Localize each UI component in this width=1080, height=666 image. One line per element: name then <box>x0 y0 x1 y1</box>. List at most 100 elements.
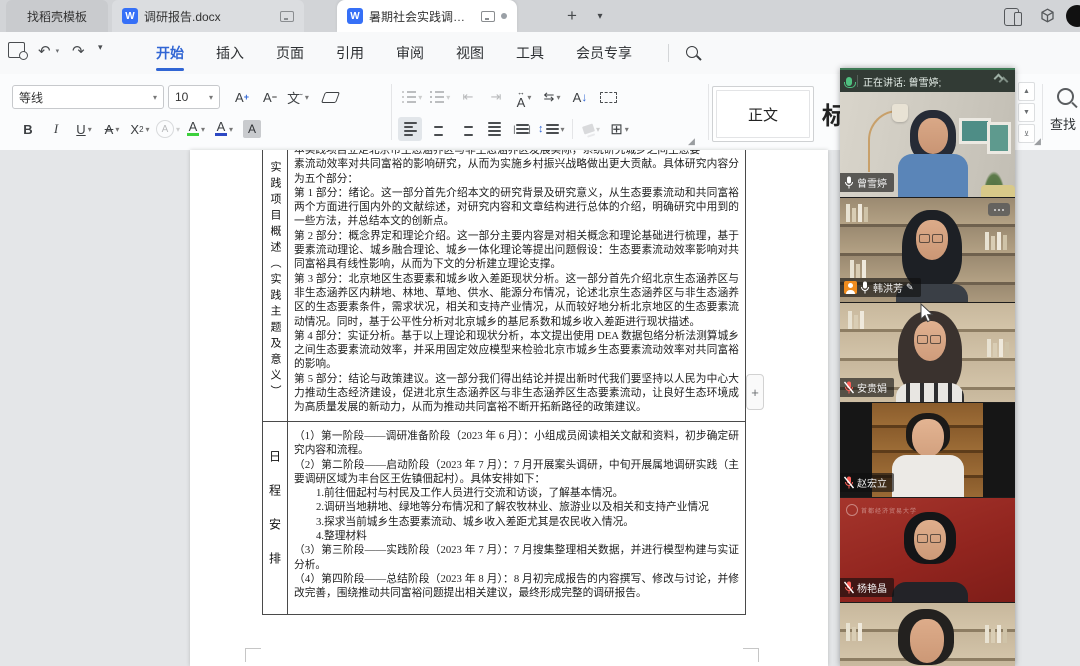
italic-button[interactable]: I <box>44 117 68 141</box>
document-table[interactable]: 实践项目概述（实践主题及意义） 本实践项目立足北京市生态涵养区与非生态涵养区发展… <box>262 150 746 615</box>
video-tile-participant-6[interactable] <box>840 603 1015 666</box>
superscript-button[interactable]: X2▾ <box>128 117 152 141</box>
tile-more-options-icon[interactable] <box>988 203 1010 216</box>
participant-name-badge: 韩洪芳 ✎ <box>840 278 921 297</box>
quick-access-more-chevron-icon[interactable]: ▾ <box>98 42 103 53</box>
decrease-font-button[interactable]: A− <box>258 85 282 109</box>
align-center-button[interactable] <box>426 117 450 141</box>
menu-view[interactable]: 视图 <box>440 32 500 74</box>
tab-list-chevron-icon[interactable]: ▾ <box>590 4 610 28</box>
text-direction-button[interactable]: ↔A▾ <box>512 85 536 109</box>
divider <box>391 84 392 140</box>
print-preview-button[interactable] <box>8 42 25 58</box>
video-tile-participant-1[interactable]: 曾雪婷 <box>840 92 1015 198</box>
menu-member[interactable]: 会员专享 <box>560 32 648 74</box>
bold-button[interactable]: B <box>16 117 40 141</box>
table-header-cell-schedule[interactable]: 日程安排 <box>263 422 288 614</box>
style-normal[interactable]: 正文 <box>712 86 814 142</box>
wps-writer-icon: W <box>347 8 363 24</box>
highlight-color-button[interactable]: A▾ <box>184 117 208 141</box>
paragraph: 素流动效率对共同富裕的影响研究，从而为实施乡村振兴战略做出更大贡献。具体研究内容… <box>294 157 739 186</box>
table-content-cell-overview[interactable]: 本实践项目立足北京市生态涵养区与非生态涵养区发展实际，系统研究城乡之间生态要 素… <box>288 150 745 421</box>
rename-pencil-icon[interactable]: ✎ <box>906 282 914 293</box>
participant-name: 安贵娟 <box>857 380 887 395</box>
table-header-cell-overview[interactable]: 实践项目概述（实践主题及意义） <box>263 150 288 421</box>
underline-label: U <box>76 122 85 137</box>
row-header-vertical-text: 日程安排 <box>267 450 284 586</box>
numbered-list-button[interactable]: ▾ <box>428 85 452 109</box>
justify-icon <box>488 122 501 136</box>
style-gallery-scroll: ▲ ▼ ⊻ <box>1018 82 1035 143</box>
video-meeting-panel[interactable]: 正在讲话: 曾雪婷; 曾雪婷 <box>840 68 1015 666</box>
resources-cube-icon[interactable] <box>1040 8 1055 23</box>
clear-format-button[interactable] <box>318 85 342 109</box>
user-avatar[interactable] <box>1066 5 1080 27</box>
menu-tools[interactable]: 工具 <box>500 32 560 74</box>
search-button[interactable] <box>686 45 698 63</box>
gallery-scroll-up-icon[interactable]: ▲ <box>1018 82 1035 101</box>
multi-device-icon[interactable] <box>1004 8 1019 26</box>
tab-document-plan-active[interactable]: W 暑期社会实践调研计划 <box>337 0 517 32</box>
undo-button[interactable]: ↶▾ <box>38 42 59 60</box>
distribute-button[interactable]: || <box>510 117 534 141</box>
increase-indent-button[interactable]: ⇥ <box>484 85 508 109</box>
align-left-button[interactable] <box>398 117 422 141</box>
borders-button[interactable]: ⊞▾ <box>608 117 632 141</box>
tab-template-store[interactable]: 找稻壳模板 <box>6 0 108 32</box>
participant-video-person <box>884 609 970 666</box>
gallery-scroll-down-icon[interactable]: ▼ <box>1018 103 1035 122</box>
expand-panel-icon[interactable] <box>995 75 1009 87</box>
find-replace-button[interactable]: 查找 <box>1050 86 1080 140</box>
divider <box>1042 84 1043 140</box>
video-tile-participant-5[interactable]: 首都经济贸易大学 杨艳晶 <box>840 498 1015 603</box>
participant-name: 赵宏立 <box>857 475 887 490</box>
search-icon <box>686 46 698 58</box>
line-spacing-button[interactable]: ↕▾ <box>538 117 565 141</box>
menu-page[interactable]: 页面 <box>260 32 320 74</box>
shading-fill-button[interactable]: ▾ <box>580 117 604 141</box>
undo-chevron-icon[interactable]: ▾ <box>56 47 60 55</box>
row-header-vertical-text: 实践项目概述（实践主题及意义） <box>267 161 283 401</box>
paragraph: （3）第三阶段——实践阶段（2023 年 7 月）：7 月搜集整理相关数据，并进… <box>294 543 739 572</box>
table-content-cell-schedule[interactable]: （1）第一阶段——调研准备阶段（2023 年 6 月）：小组成员阅读相关文献和资… <box>288 422 745 614</box>
sort-button[interactable]: A↓ <box>568 85 592 109</box>
font-size-select[interactable]: 10 ▾ <box>168 85 220 109</box>
style-box-frame <box>716 90 810 138</box>
font-name-select[interactable]: 等线 ▾ <box>12 85 164 109</box>
video-tile-participant-2[interactable]: 韩洪芳 ✎ <box>840 198 1015 303</box>
paragraph: 第 5 部分：结论与政策建议。这一部分我们得出结论并提出新时代我们要坚持以人民为… <box>294 372 739 415</box>
text-wrap-button[interactable]: ⇆▾ <box>540 85 564 109</box>
paragraph-numbered: 1.前往佃起村与村民及工作人员进行交流和访谈，了解基本情况。 <box>316 486 739 500</box>
menu-reference[interactable]: 引用 <box>320 32 380 74</box>
menu-insert[interactable]: 插入 <box>200 32 260 74</box>
redo-button[interactable]: ↷ <box>72 42 85 60</box>
group-expand-icon[interactable]: ◢ <box>1034 136 1041 147</box>
menu-review[interactable]: 审阅 <box>380 32 440 74</box>
tab-stops-button[interactable] <box>596 85 620 109</box>
gallery-expand-icon[interactable]: ⊻ <box>1018 124 1035 143</box>
justify-button[interactable] <box>482 117 506 141</box>
document-page[interactable]: 实践项目概述（实践主题及意义） 本实践项目立足北京市生态涵养区与非生态涵养区发展… <box>190 150 828 666</box>
align-right-button[interactable] <box>454 117 478 141</box>
character-shading-button[interactable]: A <box>240 117 264 141</box>
strikethrough-button[interactable]: A▾ <box>100 117 124 141</box>
menu-home[interactable]: 开始 <box>140 32 200 74</box>
bullet-list-button[interactable]: ▾ <box>400 85 424 109</box>
new-tab-button[interactable]: + <box>560 4 584 28</box>
cloud-sync-icon[interactable] <box>481 11 495 22</box>
mouse-cursor <box>920 303 934 328</box>
group-expand-icon[interactable]: ◢ <box>688 136 695 147</box>
decrease-indent-button[interactable]: ⇤ <box>456 85 480 109</box>
participant-video-person <box>892 413 964 497</box>
video-tile-participant-4[interactable]: 赵宏立 <box>840 403 1015 498</box>
font-color-button[interactable]: A▾ <box>212 117 236 141</box>
increase-font-button[interactable]: A+ <box>230 85 254 109</box>
distribute-icon <box>516 124 529 134</box>
phonetic-guide-button[interactable]: 文˘▾ <box>286 85 310 109</box>
tab-document-report[interactable]: W 调研报告.docx <box>112 0 304 32</box>
underline-button[interactable]: U▾ <box>72 117 96 141</box>
mic-muted-icon <box>844 581 854 594</box>
cloud-sync-icon[interactable] <box>280 11 294 22</box>
quick-insert-button[interactable]: + <box>746 374 764 410</box>
text-effects-button[interactable]: A▾ <box>156 117 180 141</box>
